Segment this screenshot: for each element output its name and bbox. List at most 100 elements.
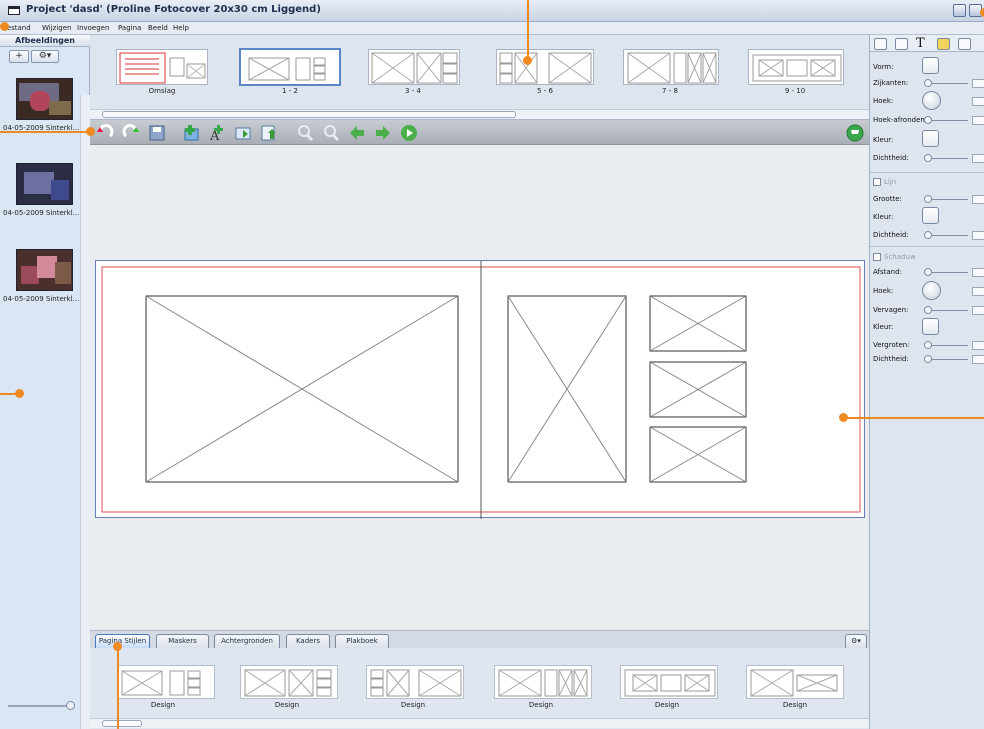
menu-pagina[interactable]: Pagina (118, 24, 141, 32)
tab-page[interactable] (958, 38, 971, 50)
slider-knob[interactable] (924, 306, 932, 314)
callout-dot (15, 389, 24, 398)
design-thumbnail[interactable] (620, 665, 718, 699)
design-thumbnail[interactable] (746, 665, 844, 699)
tab-text[interactable]: T (916, 37, 929, 50)
page-icon[interactable] (234, 124, 252, 142)
opacity-value[interactable] (972, 154, 984, 163)
scroll-thumb[interactable] (102, 111, 516, 118)
images-scrollbar[interactable] (80, 95, 90, 729)
play-icon[interactable] (400, 124, 418, 142)
page-spread-omslag[interactable] (116, 49, 208, 85)
shadow-checkbox[interactable] (873, 253, 881, 261)
image-thumbnail[interactable] (16, 163, 73, 205)
cart-icon[interactable] (846, 124, 864, 142)
minimize-button[interactable] (953, 4, 966, 17)
menu-help[interactable]: Help (173, 24, 189, 32)
design-thumbnail[interactable] (366, 665, 464, 699)
size-slider[interactable] (928, 199, 968, 200)
save-icon[interactable] (148, 124, 166, 142)
design-strip-scrollbar[interactable] (90, 718, 869, 728)
design-thumbnail[interactable] (494, 665, 592, 699)
line-checkbox[interactable] (873, 178, 881, 186)
line-opacity-slider[interactable] (928, 235, 968, 236)
tab-ruler[interactable] (937, 38, 950, 50)
page-spread-9-10[interactable] (748, 49, 844, 85)
tab-shape[interactable] (874, 38, 887, 50)
scroll-thumb[interactable] (102, 720, 142, 727)
slider-knob[interactable] (924, 79, 932, 87)
page-spread-5-6[interactable] (496, 49, 594, 85)
callout-line (527, 0, 529, 60)
page-spread-1-2[interactable] (239, 48, 341, 86)
thumbnail-size-slider[interactable] (8, 705, 68, 707)
menu-invoegen[interactable]: Invoegen (77, 24, 109, 32)
corner-radius-value[interactable] (972, 116, 984, 125)
zoom-out-icon[interactable] (296, 124, 314, 142)
label-afstand: Afstand: (873, 268, 902, 276)
color-swatch[interactable] (922, 130, 939, 147)
angle-dial[interactable] (922, 91, 941, 110)
distance-value[interactable] (972, 268, 984, 277)
undo-icon[interactable] (96, 124, 114, 142)
angle-value[interactable] (972, 97, 984, 106)
slider-knob[interactable] (924, 341, 932, 349)
window-icon (8, 6, 20, 15)
slider-knob[interactable] (924, 268, 932, 276)
shadow-opacity-value[interactable] (972, 355, 984, 364)
tab-frame[interactable] (895, 38, 908, 50)
shadow-angle-value[interactable] (972, 287, 984, 296)
enlarge-value[interactable] (972, 341, 984, 350)
sides-slider[interactable] (928, 83, 968, 84)
slider-knob[interactable] (924, 154, 932, 162)
slider-knob[interactable] (924, 195, 932, 203)
gear-menu-button[interactable]: ⚙▾ (845, 634, 867, 648)
sides-value[interactable] (972, 79, 984, 88)
gear-menu-button[interactable]: ⚙▾ (31, 50, 59, 63)
label-vorm: Vorm: (873, 63, 894, 71)
slider-knob[interactable] (924, 231, 932, 239)
export-icon[interactable] (260, 124, 278, 142)
shape-selector[interactable] (922, 57, 939, 74)
size-value[interactable] (972, 195, 984, 204)
corner-radius-slider[interactable] (928, 120, 968, 121)
image-label: 04-05-2009 Sinterkl... (3, 209, 80, 217)
slider-knob[interactable] (924, 116, 932, 124)
blur-value[interactable] (972, 306, 984, 315)
add-text-icon[interactable]: A (208, 124, 226, 144)
menu-wijzigen[interactable]: Wijzigen (42, 24, 71, 32)
opacity-slider[interactable] (928, 158, 968, 159)
page-strip-scrollbar[interactable] (90, 109, 869, 119)
blur-slider[interactable] (928, 310, 968, 311)
image-thumbnail[interactable] (16, 249, 73, 291)
add-photo-icon[interactable] (182, 124, 200, 142)
shadow-opacity-slider[interactable] (928, 359, 968, 360)
image-thumbnail[interactable] (16, 78, 73, 120)
design-thumbnail[interactable] (117, 665, 215, 699)
add-image-button[interactable]: + (9, 50, 29, 63)
line-opacity-value[interactable] (972, 231, 984, 240)
slider-knob[interactable] (66, 701, 75, 710)
page-spread-7-8[interactable] (623, 49, 719, 85)
page-spread-editor[interactable] (95, 260, 865, 519)
line-color-swatch[interactable] (922, 207, 939, 224)
zoom-in-icon[interactable] (322, 124, 340, 142)
tab-pagina-stijlen[interactable]: Pagina Stijlen (95, 634, 150, 648)
label-dichtheid: Dichtheid: (873, 355, 909, 363)
tab-plakboek[interactable]: Plakboek (335, 634, 389, 648)
tab-achtergronden[interactable]: Achtergronden (214, 634, 280, 648)
tab-maskers[interactable]: Maskers (156, 634, 209, 648)
tab-kaders[interactable]: Kaders (286, 634, 330, 648)
page-spread-3-4[interactable] (368, 49, 460, 85)
design-thumbnail[interactable] (240, 665, 338, 699)
enlarge-slider[interactable] (928, 345, 968, 346)
shadow-color-swatch[interactable] (922, 318, 939, 335)
arrow-left-icon[interactable] (348, 124, 366, 142)
slider-knob[interactable] (924, 355, 932, 363)
page-label: Omslag (148, 87, 176, 95)
shadow-angle-dial[interactable] (922, 281, 941, 300)
distance-slider[interactable] (928, 272, 968, 273)
arrow-right-icon[interactable] (374, 124, 392, 142)
redo-icon[interactable] (122, 124, 140, 142)
menu-beeld[interactable]: Beeld (148, 24, 168, 32)
